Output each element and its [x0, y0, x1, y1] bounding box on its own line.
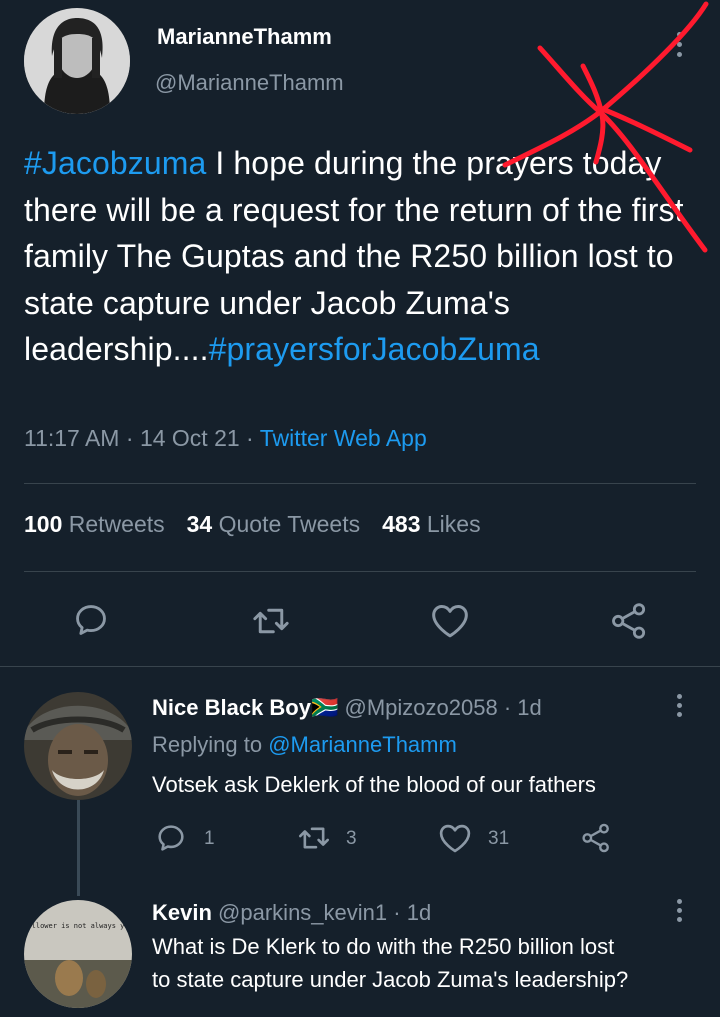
tweet-text: #Jacobzuma I hope during the prayers tod… [24, 140, 684, 373]
reply-author-name[interactable]: Nice Black Boy [152, 695, 311, 720]
quote-tweets-stat[interactable]: 34 Quote Tweets [187, 511, 360, 537]
more-icon[interactable] [672, 30, 688, 60]
avatar[interactable] [24, 692, 132, 800]
handle[interactable]: @MarianneThamm [155, 70, 344, 96]
retweets-stat[interactable]: 100 Retweets [24, 511, 165, 537]
reply-age[interactable]: 1d [517, 695, 541, 720]
divider [24, 483, 696, 484]
replying-to: Replying to @MarianneThamm [152, 732, 457, 757]
like-icon[interactable] [438, 822, 472, 854]
avatar[interactable] [24, 8, 130, 114]
reply-author-name[interactable]: Kevin [152, 900, 212, 925]
avatar[interactable]: Your follower is not always your fan [24, 900, 132, 1008]
reply-text: Votsek ask Deklerk of the blood of our f… [152, 772, 596, 797]
like-count: 31 [488, 828, 510, 849]
flag-icon: 🇿🇦 [310, 695, 339, 720]
share-icon[interactable] [580, 822, 612, 854]
reply-icon[interactable] [72, 601, 110, 639]
avatar-caption: Your follower is not always your fan [24, 922, 132, 930]
hashtag-prayersforjacobzuma[interactable]: #prayersforJacobZuma [209, 331, 540, 367]
tweet-date[interactable]: 14 Oct 21 [140, 425, 240, 451]
tweet-meta: 11:17 AM · 14 Oct 21 · Twitter Web App [24, 425, 427, 451]
hashtag-jacobzuma[interactable]: #Jacobzuma [24, 145, 206, 181]
reply-author-handle[interactable]: @Mpizozo2058 [345, 695, 498, 720]
share-icon[interactable] [609, 601, 649, 641]
thread-line [77, 800, 80, 896]
divider [24, 571, 696, 572]
more-icon[interactable] [672, 692, 688, 722]
more-icon[interactable] [672, 897, 688, 927]
engagement-stats: 100 Retweets 34 Quote Tweets 483 Likes [24, 511, 481, 538]
tweet-source[interactable]: Twitter Web App [260, 425, 427, 451]
retweet-icon[interactable] [251, 602, 291, 640]
reply-header: Nice Black Boy🇿🇦 @Mpizozo2058 · 1d [152, 695, 542, 720]
reply-author-handle[interactable]: @parkins_kevin1 [218, 900, 387, 925]
section-divider [0, 666, 720, 667]
retweet-icon[interactable] [297, 822, 331, 854]
tweet-time[interactable]: 11:17 AM [24, 425, 119, 451]
reply-header: Kevin @parkins_kevin1 · 1d [152, 900, 432, 925]
like-icon[interactable] [430, 602, 470, 639]
replying-to-link[interactable]: @MarianneThamm [268, 732, 457, 757]
reply-icon[interactable] [155, 822, 187, 854]
reply-age[interactable]: 1d [407, 900, 431, 925]
likes-stat[interactable]: 483 Likes [382, 511, 480, 537]
display-name[interactable]: MarianneThamm [157, 24, 332, 50]
retweet-count: 3 [346, 828, 357, 849]
reply-count: 1 [204, 828, 215, 849]
reply-text: What is De Klerk to do with the R250 bil… [152, 934, 629, 992]
